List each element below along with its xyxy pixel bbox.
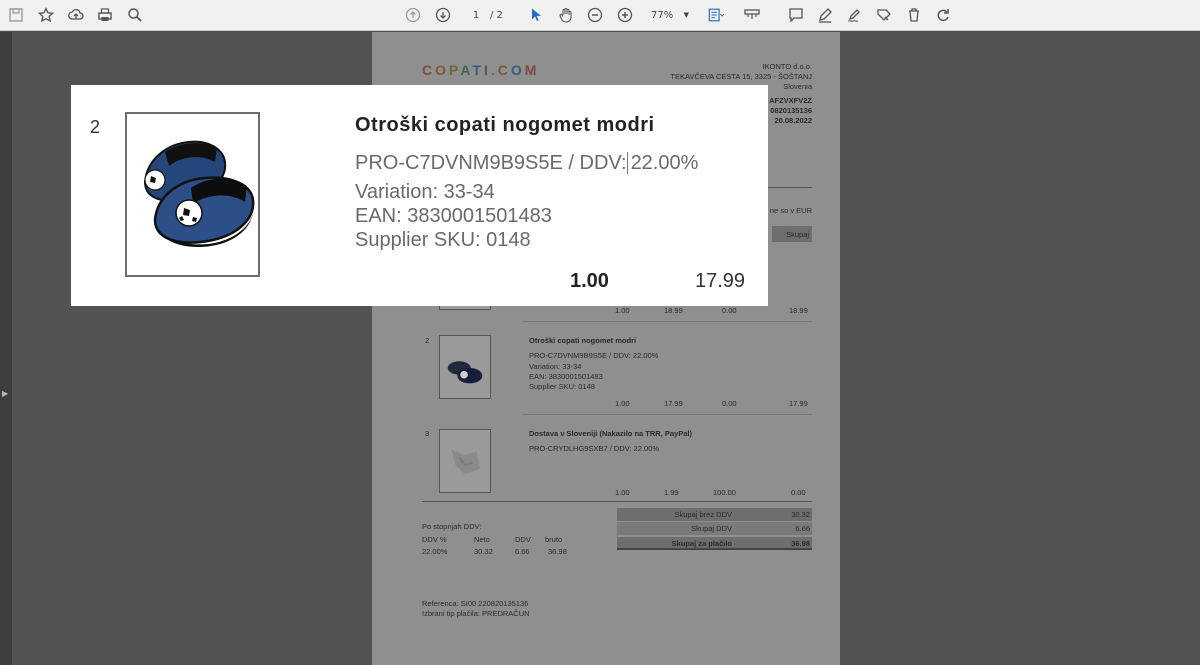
- row2-sku: Supplier SKU: 0148: [529, 382, 595, 391]
- vat-value-vat: 6.66: [515, 547, 530, 556]
- vat-value-net: 30.32: [474, 547, 493, 556]
- row3-qty: 1.00: [615, 488, 630, 497]
- meta-date: 20.08.2022: [774, 116, 812, 125]
- redo-icon[interactable]: [933, 5, 953, 25]
- slippers-image: [143, 140, 255, 248]
- company-street: TEKAVČEVA CESTA 15, 3325 - ŠOŠTANJ: [670, 72, 812, 81]
- payment-type: Izbrani tip plačila: PREDRAČUN: [422, 609, 530, 618]
- product-image: [125, 112, 260, 277]
- row2-variation: Variation: 33-34: [529, 362, 582, 371]
- sum-net-row: Skupaj brez DDV 30.32: [617, 508, 812, 521]
- row1-price: 18.99: [664, 306, 683, 315]
- vat-header-gross: bruto: [545, 535, 563, 544]
- next-page-icon[interactable]: [433, 5, 453, 25]
- vat-header-rate: DDV %: [422, 535, 447, 544]
- row3-discount: 100.00: [713, 488, 736, 497]
- zoomed-line-item-popup: 2 Otroški copati nogomet modri PRO-C7DVN…: [71, 85, 768, 306]
- vat-header-net: Neto: [474, 535, 490, 544]
- sum-total-value: 36.98: [791, 539, 810, 548]
- reference: Referenca: SI00 220820135136: [422, 599, 529, 608]
- stamp-icon[interactable]: [874, 5, 894, 25]
- popup-variation: Variation: 33-34: [355, 181, 495, 203]
- vat-value-gross: 36.98: [548, 547, 567, 556]
- row3-title: Dostava v Sloveniji (Nakazilo na TRR, Pa…: [529, 429, 692, 438]
- row-divider: [522, 414, 812, 415]
- sidebar-strip: ▶: [0, 32, 12, 665]
- row2-ean: EAN: 3830001501483: [529, 372, 603, 381]
- company-name: IKONTO d.o.o.: [762, 62, 812, 71]
- row3-price: 1.99: [664, 488, 679, 497]
- select-cursor-icon[interactable]: [526, 5, 546, 25]
- search-icon[interactable]: [125, 5, 145, 25]
- meta-id: AFZVXFV2Z: [769, 96, 812, 105]
- popup-code-prefix: PRO-C7DVNM9B9S5E / DDV:: [355, 152, 627, 174]
- row1-total: 18.99: [789, 306, 808, 315]
- row3-number: 3: [425, 429, 430, 438]
- zoom-in-icon[interactable]: [615, 5, 635, 25]
- chevron-down-icon: ▼: [683, 11, 689, 19]
- row2-price: 17.99: [664, 399, 683, 408]
- pdf-toolbar: 1 / 2 77% ▼: [0, 0, 1200, 31]
- row2-qty: 1.00: [615, 399, 630, 408]
- row2-thumbnail: [439, 335, 491, 399]
- highlight-bar-icon[interactable]: [742, 5, 762, 25]
- column-header-total: Skupaj: [772, 226, 812, 242]
- zoom-select[interactable]: 77% ▼: [645, 7, 693, 24]
- sum-vat-value: 6.66: [795, 524, 810, 533]
- bookmark-star-icon[interactable]: [36, 5, 56, 25]
- vat-value-rate: 22.00%: [422, 547, 448, 556]
- pen-icon[interactable]: [815, 5, 835, 25]
- print-icon[interactable]: [95, 5, 115, 25]
- row-divider: [522, 321, 812, 322]
- upload-cloud-icon[interactable]: [66, 5, 86, 25]
- row3-code: PRO-CRYDLHG9SXB7 / DDV: 22.00%: [529, 444, 660, 453]
- row1-discount: 0.00: [722, 306, 737, 315]
- sum-vat-label: Skupaj DDV: [691, 524, 732, 533]
- previous-page-icon[interactable]: [403, 5, 423, 25]
- row2-title: Otroški copati nogomet modri: [529, 336, 637, 345]
- zoom-out-icon[interactable]: [585, 5, 605, 25]
- row2-discount: 0.00: [722, 399, 737, 408]
- sum-vat-row: Skupaj DDV 6.66: [617, 522, 812, 535]
- company-logo: COPATI.COM: [422, 62, 540, 78]
- popup-row-number: 2: [90, 117, 101, 137]
- page-fit-icon[interactable]: [704, 5, 728, 25]
- popup-ean: EAN: 3830001501483: [355, 205, 552, 227]
- row2-total: 17.99: [789, 399, 808, 408]
- page-number-input[interactable]: 1: [462, 7, 490, 24]
- popup-item-title: Otroški copati nogomet modri: [355, 114, 655, 136]
- row3-total: 0.00: [791, 488, 806, 497]
- save-icon[interactable]: [6, 5, 26, 25]
- row3-thumbnail: [439, 429, 491, 493]
- page-count: / 2: [490, 10, 503, 21]
- sum-total-label: Skupaj za plačilo: [671, 539, 732, 548]
- trash-icon[interactable]: [904, 5, 924, 25]
- row1-qty: 1.00: [615, 306, 630, 315]
- sidebar-toggle-icon[interactable]: ▶: [2, 389, 8, 398]
- meta-number: 0820135136: [770, 106, 812, 115]
- comment-icon[interactable]: [786, 5, 806, 25]
- document-meta: AFZVXFV2Z 0820135136 20.08.2022: [769, 96, 812, 126]
- hand-tool-icon[interactable]: [556, 5, 576, 25]
- row2-code: PRO-C7DVNM9B9S5E / DDV: 22.00%: [529, 351, 659, 360]
- sum-net-value: 30.32: [791, 510, 810, 519]
- popup-code-vat: 22.00%: [626, 152, 699, 174]
- currency-note: ne so v EUR: [769, 206, 812, 215]
- sum-net-label: Skupaj brez DDV: [674, 510, 732, 519]
- popup-quantity: 1.00: [570, 270, 609, 292]
- divider: [422, 501, 812, 502]
- popup-price: 17.99: [695, 270, 746, 292]
- sum-total-row: Skupaj za plačilo 36.98: [617, 537, 812, 550]
- vat-header-vat: DDV: [515, 535, 531, 544]
- signature-icon[interactable]: [844, 5, 864, 25]
- popup-item-code: PRO-C7DVNM9B9S5E / DDV: 22.00%: [355, 152, 699, 175]
- zoom-value: 77%: [651, 10, 674, 21]
- row2-number: 2: [425, 336, 430, 345]
- popup-supplier-sku: Supplier SKU: 0148: [355, 229, 531, 251]
- vat-title: Po stopnjah DDV:: [422, 522, 482, 531]
